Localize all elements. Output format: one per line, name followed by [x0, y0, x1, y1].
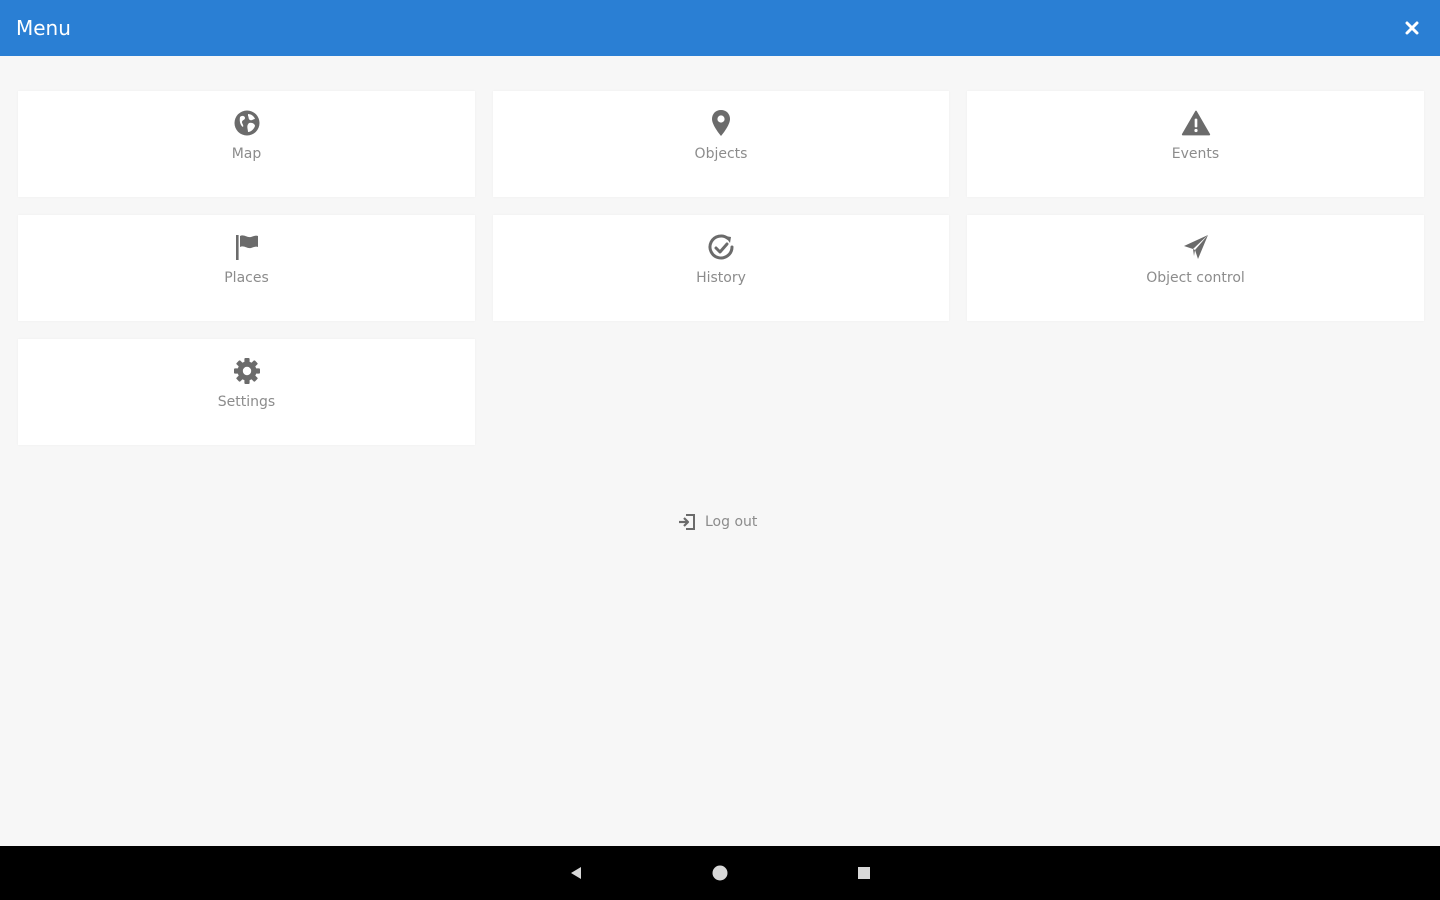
- warning-icon: [1181, 108, 1211, 138]
- page-title: Menu: [16, 16, 71, 40]
- menu-item-map[interactable]: Map: [18, 91, 475, 197]
- menu-item-label: History: [696, 270, 746, 286]
- menu-item-label: Objects: [694, 146, 748, 162]
- menu-item-label: Settings: [217, 394, 276, 410]
- menu-item-label: Places: [224, 270, 269, 286]
- system-navigation-bar: [0, 846, 1440, 900]
- top-app-bar: Menu: [0, 0, 1440, 56]
- gear-icon: [232, 356, 262, 386]
- menu-item-label: Map: [231, 146, 262, 162]
- app-root: Menu Map Objects Events Places History O…: [0, 0, 1440, 900]
- menu-item-objects[interactable]: Objects: [493, 91, 949, 197]
- logout-button[interactable]: Log out: [677, 511, 757, 533]
- menu-item-label: Events: [1171, 146, 1220, 162]
- logout-icon: [677, 512, 697, 532]
- history-icon: [706, 232, 736, 262]
- recents-icon: [858, 867, 870, 879]
- globe-icon: [232, 108, 262, 138]
- menu-item-places[interactable]: Places: [18, 215, 475, 321]
- menu-item-settings[interactable]: Settings: [18, 339, 475, 445]
- home-button[interactable]: [707, 860, 733, 886]
- paper-plane-icon: [1181, 232, 1211, 262]
- home-icon: [712, 865, 728, 881]
- flag-icon: [232, 232, 262, 262]
- logout-label: Log out: [705, 514, 758, 530]
- menu-item-events[interactable]: Events: [967, 91, 1424, 197]
- close-icon: [1405, 21, 1419, 35]
- menu-item-label: Object control: [1146, 270, 1245, 286]
- back-button[interactable]: [563, 860, 589, 886]
- map-pin-icon: [706, 108, 736, 138]
- menu-item-history[interactable]: History: [493, 215, 949, 321]
- back-icon: [571, 867, 581, 879]
- menu-grid: Map Objects Events Places History Object…: [18, 91, 1424, 445]
- close-button[interactable]: [1402, 18, 1422, 38]
- menu-item-object-control[interactable]: Object control: [967, 215, 1424, 321]
- recents-button[interactable]: [851, 860, 877, 886]
